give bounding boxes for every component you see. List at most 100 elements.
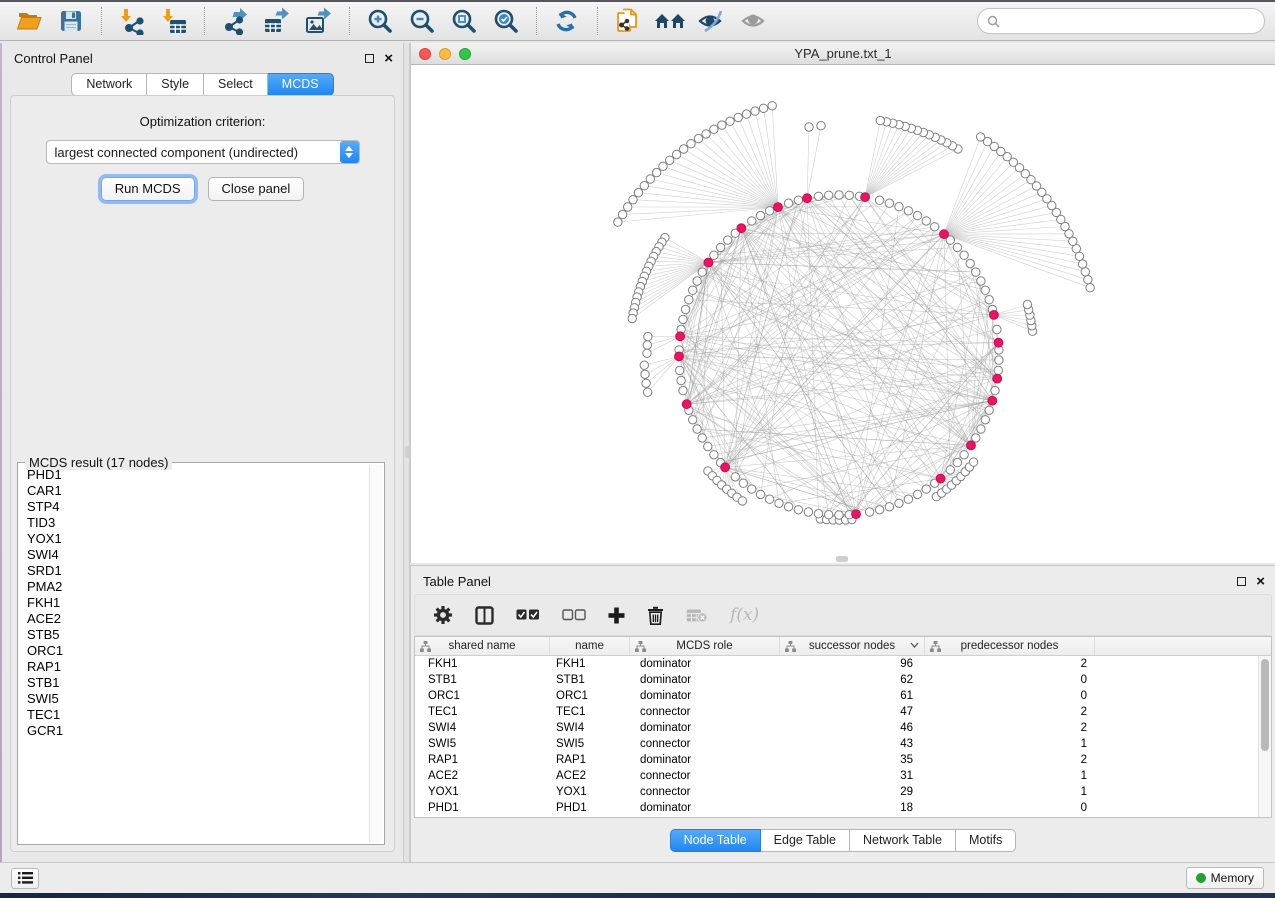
close-table-panel-icon[interactable]: ×	[1256, 577, 1265, 586]
mcds-result-item[interactable]: YOX1	[22, 531, 368, 547]
column-header-MCDS-role[interactable]: MCDS role	[630, 637, 780, 655]
mcds-result-item[interactable]: GCR1	[22, 723, 368, 739]
table-scrollbar[interactable]	[1258, 656, 1271, 817]
cell: 29	[780, 786, 925, 798]
mcds-result-list[interactable]: PHD1CAR1STP4TID3YOX1SWI4SRD1PMA2FKH1ACE2…	[22, 467, 368, 840]
mcds-result-item[interactable]: ORC1	[22, 643, 368, 659]
refresh-button[interactable]	[548, 4, 586, 38]
close-panel-icon[interactable]: ×	[384, 54, 393, 63]
mcds-result-scrollbar[interactable]	[369, 465, 382, 842]
mcds-result-item[interactable]: PHD1	[22, 467, 368, 483]
first-neighbors-button[interactable]	[651, 4, 689, 38]
cell: 31	[780, 770, 925, 782]
table-row[interactable]: ACE2ACE2connector311	[415, 768, 1258, 784]
vertical-splitter[interactable]	[403, 43, 410, 862]
table-row[interactable]: RAP1RAP1dominator352	[415, 752, 1258, 768]
export-table-button[interactable]	[258, 4, 296, 38]
table-row[interactable]: FKH1FKH1dominator962	[415, 656, 1258, 672]
table-row[interactable]: STB1STB1dominator620	[415, 672, 1258, 688]
network-canvas[interactable]	[411, 65, 1275, 562]
search-icon	[987, 15, 1000, 28]
cell: SWI5	[415, 738, 550, 750]
tab-network[interactable]: Network	[71, 73, 147, 96]
cell: 46	[780, 722, 925, 734]
table-settings-button[interactable]	[433, 605, 453, 625]
column-header-successor-nodes[interactable]: successor nodes	[780, 637, 925, 655]
delete-column-button[interactable]	[647, 606, 664, 625]
cell: 2	[925, 658, 1095, 670]
import-table-button[interactable]	[155, 4, 193, 38]
table-row[interactable]: SWI4SWI4dominator462	[415, 720, 1258, 736]
cell: 43	[780, 738, 925, 750]
table-row[interactable]: TEC1TEC1connector472	[415, 704, 1258, 720]
cell: 18	[780, 802, 925, 814]
zoom-in-button[interactable]	[361, 4, 399, 38]
tab-network-table[interactable]: Network Table	[850, 829, 956, 852]
deselect-all-button[interactable]	[562, 609, 586, 621]
tab-style[interactable]: Style	[147, 73, 204, 96]
select-all-button[interactable]	[516, 609, 540, 621]
optimization-criterion-select[interactable]: largest connected component (undirected)	[46, 140, 360, 164]
import-network-button[interactable]	[113, 4, 151, 38]
column-header-name[interactable]: name	[550, 637, 630, 655]
mcds-result-item[interactable]: FKH1	[22, 595, 368, 611]
show-all-button[interactable]	[735, 4, 773, 38]
run-mcds-button[interactable]: Run MCDS	[101, 177, 195, 201]
mcds-result-item[interactable]: CAR1	[22, 483, 368, 499]
search-field[interactable]	[977, 8, 1265, 34]
mcds-result-item[interactable]: STB1	[22, 675, 368, 691]
tab-mcds[interactable]: MCDS	[268, 73, 334, 96]
cell: connector	[630, 770, 780, 782]
table-row[interactable]: YOX1YOX1connector291	[415, 784, 1258, 800]
float-table-panel-icon[interactable]	[1237, 577, 1246, 586]
zoom-selected-button[interactable]	[487, 4, 525, 38]
zoom-out-button[interactable]	[403, 4, 441, 38]
cell: dominator	[630, 722, 780, 734]
mcds-result-item[interactable]: STB5	[22, 627, 368, 643]
maximize-window-icon[interactable]	[459, 48, 471, 60]
mcds-result-item[interactable]: PMA2	[22, 579, 368, 595]
search-input[interactable]	[1006, 14, 1255, 28]
close-window-icon[interactable]	[419, 48, 431, 60]
close-panel-button[interactable]: Close panel	[208, 177, 305, 201]
column-header-shared-name[interactable]: shared name	[415, 637, 550, 655]
mcds-result-item[interactable]: ACE2	[22, 611, 368, 627]
zoom-selected-icon	[492, 7, 520, 35]
show-columns-button[interactable]	[475, 606, 494, 625]
tab-motifs[interactable]: Motifs	[956, 829, 1016, 852]
save-session-button[interactable]	[52, 4, 90, 38]
minimize-window-icon[interactable]	[439, 48, 451, 60]
two-houses-icon	[654, 8, 686, 34]
mcds-result-item[interactable]: SWI5	[22, 691, 368, 707]
export-network-button[interactable]	[216, 4, 254, 38]
table-row[interactable]: PHD1PHD1dominator180	[415, 800, 1258, 816]
export-image-button[interactable]	[300, 4, 338, 38]
control-panel-title: Control Panel	[14, 51, 93, 66]
task-history-button[interactable]	[11, 868, 39, 889]
open-file-button[interactable]	[10, 4, 48, 38]
mcds-result-item[interactable]: RAP1	[22, 659, 368, 675]
zoom-fit-button[interactable]	[445, 4, 483, 38]
float-window-icon[interactable]	[365, 54, 374, 63]
tab-edge-table[interactable]: Edge Table	[761, 829, 850, 852]
create-column-button[interactable]	[608, 607, 625, 624]
memory-button[interactable]: Memory	[1186, 867, 1264, 889]
network-window-titlebar[interactable]: YPA_prune.txt_1	[411, 43, 1275, 65]
hide-selected-button[interactable]	[693, 4, 731, 38]
clone-network-button[interactable]	[609, 4, 647, 38]
tab-select[interactable]: Select	[204, 73, 268, 96]
mcds-result-item[interactable]: SRD1	[22, 563, 368, 579]
table-row[interactable]: ORC1ORC1dominator610	[415, 688, 1258, 704]
mcds-result-item[interactable]: TEC1	[22, 707, 368, 723]
export-table-icon	[263, 7, 291, 35]
tab-node-table[interactable]: Node Table	[670, 829, 761, 852]
horizontal-splitter-grip[interactable]	[836, 556, 848, 562]
cell: 0	[925, 674, 1095, 686]
mcds-result-item[interactable]: SWI4	[22, 547, 368, 563]
table-row[interactable]: SWI5SWI5connector431	[415, 736, 1258, 752]
scrollbar-thumb[interactable]	[1261, 659, 1269, 751]
mcds-result-item[interactable]: TID3	[22, 515, 368, 531]
mcds-result-item[interactable]: STP4	[22, 499, 368, 515]
column-header-predecessor-nodes[interactable]: predecessor nodes	[925, 637, 1095, 655]
table-toolbar: f(x)	[414, 594, 1272, 636]
